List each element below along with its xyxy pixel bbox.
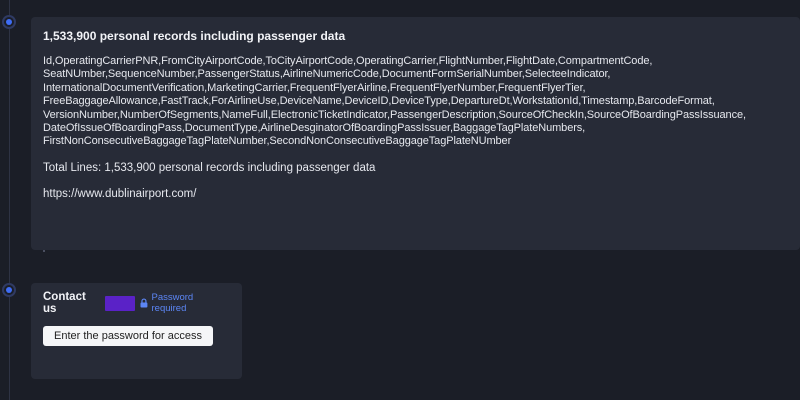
leak-post-page: 1,533,900 personal records including pas… [0, 0, 800, 400]
redacted-contact [104, 295, 135, 311]
records-card: 1,533,900 personal records including pas… [31, 17, 800, 252]
fields-list: Id,OperatingCarrierPNR,FromCityAirportCo… [43, 55, 746, 148]
lock-icon [140, 298, 148, 308]
timeline-dot-icon [2, 15, 16, 29]
password-required-label: Password required [151, 292, 194, 314]
total-lines: Total Lines: 1,533,900 personal records … [43, 161, 376, 174]
timeline-line [9, 0, 10, 400]
contact-title: Contact us [43, 291, 86, 315]
contact-header: Contact us Password required [43, 291, 230, 315]
divider-dot [43, 250, 45, 252]
enter-password-button[interactable]: Enter the password for access [43, 326, 213, 346]
website-link[interactable]: https://www.dublinairport.com/ [43, 187, 788, 201]
records-title: 1,533,900 personal records including pas… [43, 29, 346, 43]
contact-card: Contact us Password required Enter the p… [31, 283, 242, 379]
timeline-dot-icon [2, 283, 16, 297]
